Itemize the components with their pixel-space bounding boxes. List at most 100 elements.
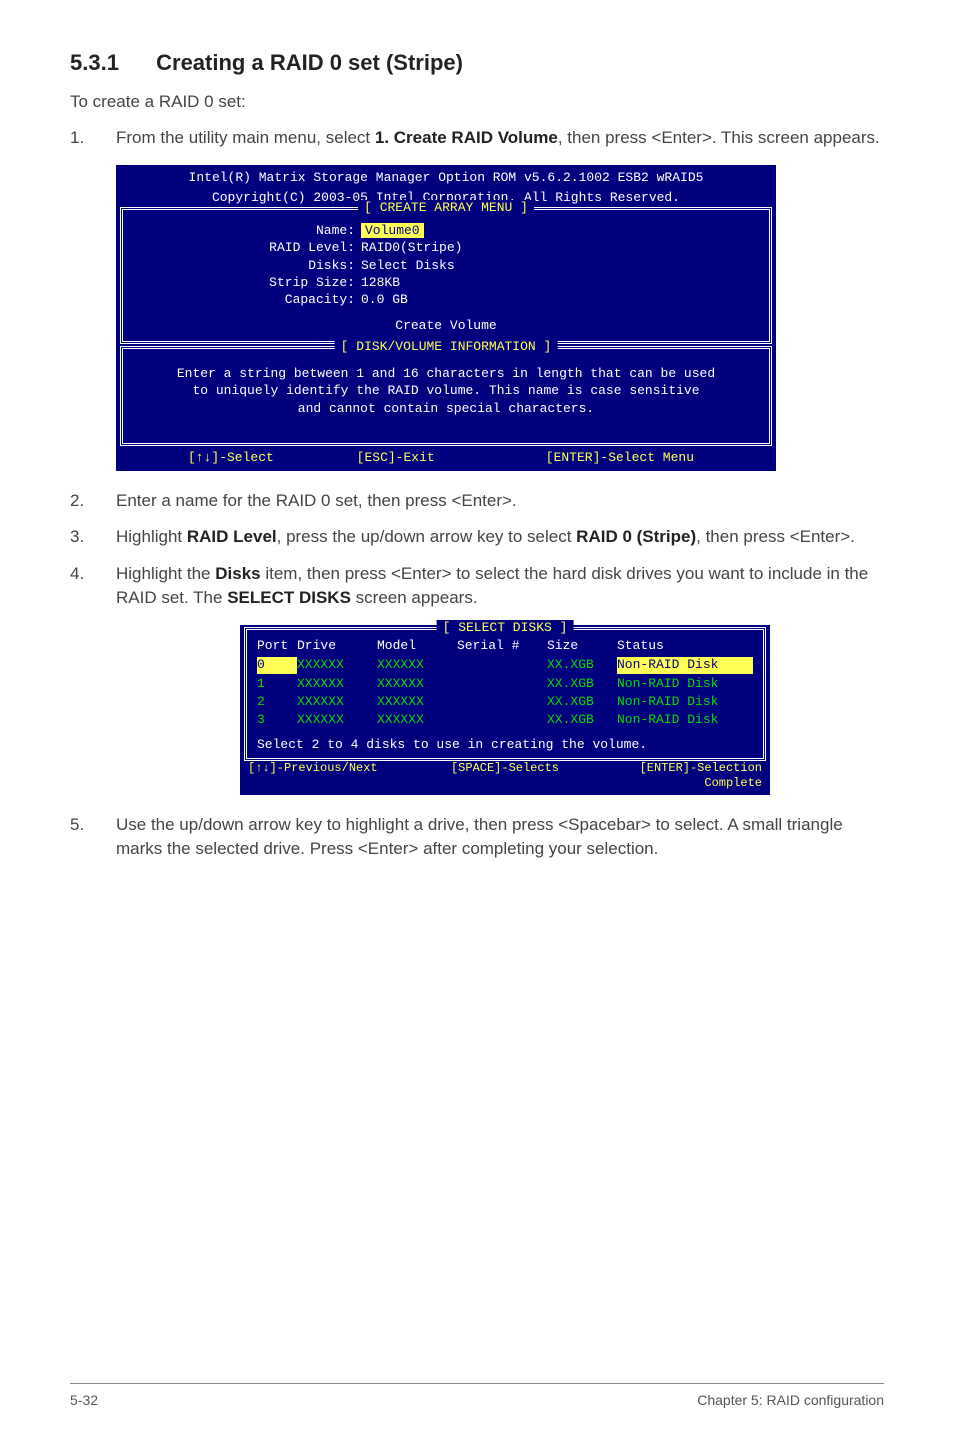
bios-header-line1: Intel(R) Matrix Storage Manager Option R… — [118, 167, 774, 187]
t4b: Disks — [215, 564, 260, 583]
menu-value-cap[interactable]: 0.0 GB — [361, 292, 761, 308]
step-1: 1. From the utility main menu, select 1.… — [70, 126, 884, 151]
name-input-highlight[interactable]: Volume0 — [361, 223, 424, 238]
step-text: Highlight RAID Level, press the up/down … — [116, 525, 884, 550]
info-line2: to uniquely identify the RAID volume. Th… — [131, 382, 761, 400]
cell-port: 3 — [257, 712, 297, 728]
menu-row-strip: Strip Size: 128KB — [131, 275, 761, 291]
menu-value-name[interactable]: Volume0 — [361, 223, 761, 239]
t3c: , press the up/down arrow key to select — [277, 527, 577, 546]
hint-space: [SPACE]-Selects — [419, 761, 590, 791]
cell-port: 2 — [257, 694, 297, 710]
cell-drive: XXXXXX — [297, 694, 377, 710]
hint-enter: [ENTER]-Select Menu — [525, 450, 754, 466]
cell-serial — [457, 694, 547, 710]
info-help-text: Enter a string between 1 and 16 characte… — [131, 365, 761, 438]
cell-drive: XXXXXX — [297, 676, 377, 692]
cell-status: Non-RAID Disk — [617, 694, 753, 710]
create-volume-action[interactable]: Create Volume — [131, 318, 761, 334]
cell-port: 0 — [257, 657, 297, 673]
disk-row[interactable]: 3 XXXXXX XXXXXX XX.XGB Non-RAID Disk — [251, 711, 759, 729]
hint-exit: [ESC]-Exit — [357, 450, 526, 466]
cell-model: XXXXXX — [377, 712, 457, 728]
select-disks-frame: [ SELECT DISKS ] Port Drive Model Serial… — [244, 627, 766, 761]
cell-serial — [457, 676, 547, 692]
page-number: 5-32 — [70, 1392, 98, 1408]
cell-drive: XXXXXX — [297, 657, 377, 673]
t3a: Highlight — [116, 527, 187, 546]
cell-size: XX.XGB — [547, 657, 617, 673]
hdr-port: Port — [257, 638, 297, 654]
menu-label-cap: Capacity: — [131, 292, 361, 308]
create-array-menu-frame: [ CREATE ARRAY MENU ] Name: Volume0 RAID… — [120, 207, 772, 344]
step-text: Highlight the Disks item, then press <En… — [116, 562, 884, 611]
step-5: 5. Use the up/down arrow key to highligh… — [70, 813, 884, 862]
step-text: Enter a name for the RAID 0 set, then pr… — [116, 489, 884, 514]
step-text-bold: 1. Create RAID Volume — [375, 128, 558, 147]
cell-size: XX.XGB — [547, 712, 617, 728]
step-number: 3. — [70, 525, 116, 550]
menu-value-strip[interactable]: 128KB — [361, 275, 761, 291]
intro-text: To create a RAID 0 set: — [70, 92, 884, 112]
disk-row[interactable]: 0 XXXXXX XXXXXX XX.XGB Non-RAID Disk — [251, 656, 759, 674]
t3d: RAID 0 (Stripe) — [576, 527, 696, 546]
cell-drive: XXXXXX — [297, 712, 377, 728]
step-number: 4. — [70, 562, 116, 611]
cell-size: XX.XGB — [547, 676, 617, 692]
t4a: Highlight the — [116, 564, 215, 583]
hdr-model: Model — [377, 638, 457, 654]
cell-size: XX.XGB — [547, 694, 617, 710]
bios-select-disks-screen: [ SELECT DISKS ] Port Drive Model Serial… — [240, 625, 770, 795]
disk-volume-info-frame: [ DISK/VOLUME INFORMATION ] Enter a stri… — [120, 346, 772, 447]
frame-title: [ CREATE ARRAY MENU ] — [358, 200, 534, 216]
hint-prev-next: [↑↓]-Previous/Next — [244, 761, 419, 791]
menu-label-name: Name: — [131, 223, 361, 239]
select-disks-title: [ SELECT DISKS ] — [437, 620, 574, 636]
menu-value-raid[interactable]: RAID0(Stripe) — [361, 240, 761, 256]
hint-enter-complete: [ENTER]-Selection Complete — [591, 761, 766, 791]
section-number: 5.3.1 — [70, 50, 150, 76]
page-footer: 5-32 Chapter 5: RAID configuration — [70, 1383, 884, 1408]
t4d: SELECT DISKS — [227, 588, 351, 607]
step-number: 5. — [70, 813, 116, 862]
info-line3: and cannot contain special characters. — [131, 400, 761, 418]
step-3: 3. Highlight RAID Level, press the up/do… — [70, 525, 884, 550]
cell-status: Non-RAID Disk — [617, 676, 753, 692]
menu-label-raid: RAID Level: — [131, 240, 361, 256]
menu-row-disks: Disks: Select Disks — [131, 258, 761, 274]
disk-row[interactable]: 1 XXXXXX XXXXXX XX.XGB Non-RAID Disk — [251, 675, 759, 693]
t3e: , then press <Enter>. — [696, 527, 855, 546]
menu-label-disks: Disks: — [131, 258, 361, 274]
step-2: 2. Enter a name for the RAID 0 set, then… — [70, 489, 884, 514]
section-heading: 5.3.1 Creating a RAID 0 set (Stripe) — [70, 50, 884, 76]
select-disks-bottom-bar: [↑↓]-Previous/Next [SPACE]-Selects [ENTE… — [242, 761, 768, 793]
step-text: From the utility main menu, select 1. Cr… — [116, 126, 884, 151]
step-text-c: , then press <Enter>. This screen appear… — [558, 128, 880, 147]
info-line1: Enter a string between 1 and 16 characte… — [131, 365, 761, 383]
menu-row-raid-level: RAID Level: RAID0(Stripe) — [131, 240, 761, 256]
step-number: 2. — [70, 489, 116, 514]
hint-select: [↑↓]-Select — [138, 450, 357, 466]
chapter-label: Chapter 5: RAID configuration — [697, 1392, 884, 1408]
cell-serial — [457, 657, 547, 673]
cell-model: XXXXXX — [377, 676, 457, 692]
section-title-text: Creating a RAID 0 set (Stripe) — [156, 50, 463, 75]
cell-model: XXXXXX — [377, 694, 457, 710]
bios-create-raid-screen: Intel(R) Matrix Storage Manager Option R… — [116, 165, 776, 471]
hdr-size: Size — [547, 638, 617, 654]
select-disks-header: Port Drive Model Serial # Size Status — [251, 636, 759, 656]
menu-row-capacity: Capacity: 0.0 GB — [131, 292, 761, 308]
cell-serial — [457, 712, 547, 728]
menu-row-name: Name: Volume0 — [131, 223, 761, 239]
select-disks-message: Select 2 to 4 disks to use in creating t… — [251, 729, 759, 755]
step-text-a: From the utility main menu, select — [116, 128, 375, 147]
disk-row[interactable]: 2 XXXXXX XXXXXX XX.XGB Non-RAID Disk — [251, 693, 759, 711]
frame-title-info: [ DISK/VOLUME INFORMATION ] — [335, 339, 558, 355]
step-text: Use the up/down arrow key to highlight a… — [116, 813, 884, 862]
menu-value-disks[interactable]: Select Disks — [361, 258, 761, 274]
hdr-serial: Serial # — [457, 638, 547, 654]
cell-port: 1 — [257, 676, 297, 692]
cell-status: Non-RAID Disk — [617, 712, 753, 728]
cell-model: XXXXXX — [377, 657, 457, 673]
hdr-status: Status — [617, 638, 753, 654]
